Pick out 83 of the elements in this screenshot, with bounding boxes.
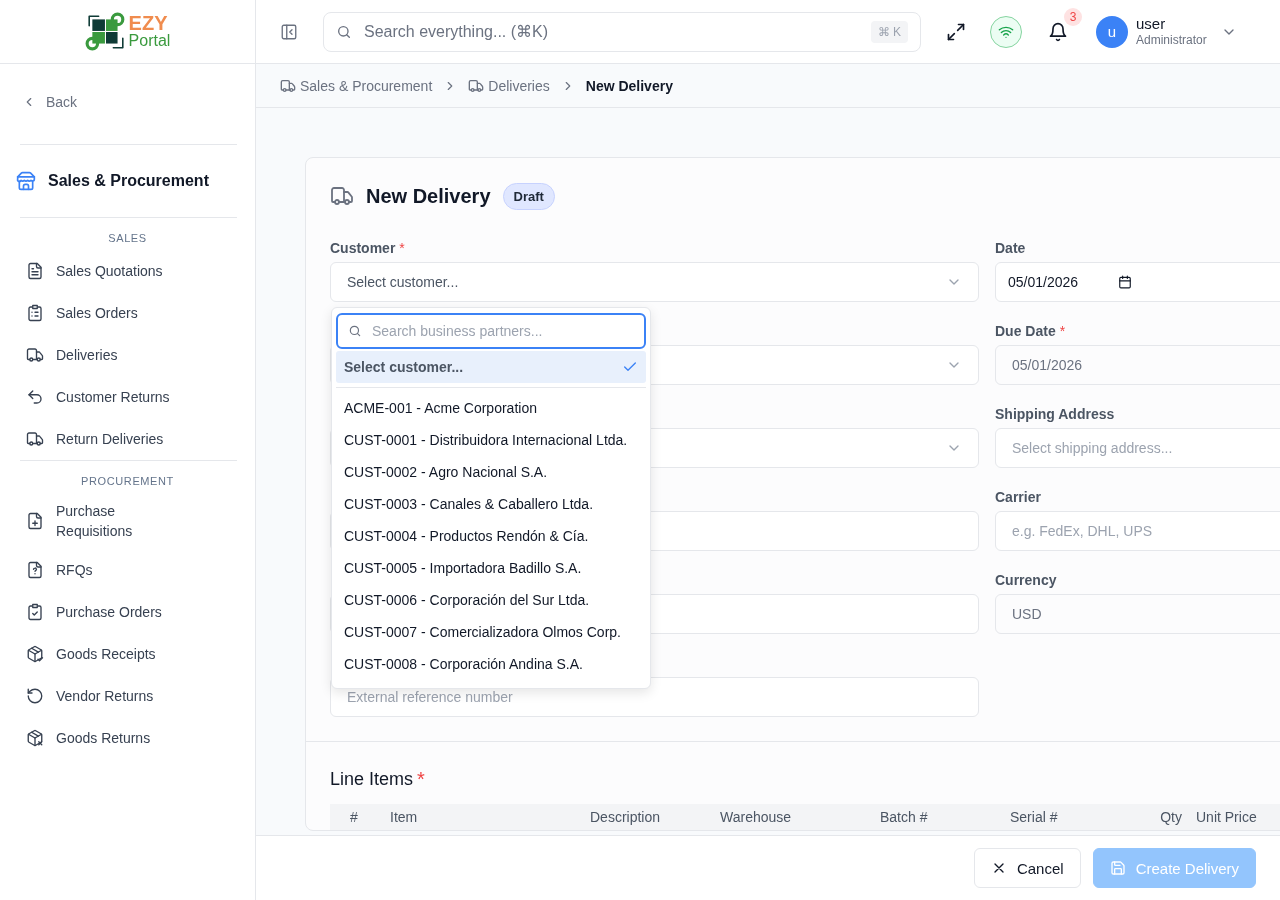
column-header: Unit Price	[1196, 809, 1257, 825]
sidebar-item[interactable]: Purchase Requisitions	[0, 493, 255, 549]
shortcut-badge: ⌘ K	[870, 20, 908, 43]
column-header: #	[349, 809, 359, 825]
dropdown-option[interactable]: CUST-0006 - Corporación del Sur Ltda.	[336, 584, 646, 616]
truck-icon	[330, 184, 354, 208]
field-label: Customer	[330, 240, 396, 256]
dropdown-option[interactable]: ACME-001 - Acme Corporation	[336, 392, 646, 424]
logo-brand: EZY	[128, 14, 169, 32]
search-icon	[348, 324, 362, 338]
dropdown-option[interactable]: CUST-0001 - Distribuidora Internacional Ltda.	[336, 424, 646, 456]
form-title: New Delivery	[366, 184, 491, 208]
status-badge: Draft	[502, 182, 555, 210]
search-field[interactable]: Search everything... (⌘K) ⌘ K	[323, 11, 921, 52]
column-header: Item	[390, 809, 419, 825]
breadcrumb-link[interactable]: Sales & Procurement	[300, 77, 433, 94]
truck-icon	[280, 77, 296, 94]
cancel-button[interactable]: Cancel	[973, 848, 1081, 888]
sidebar-item[interactable]: RFQs	[0, 549, 255, 591]
store-icon	[16, 171, 36, 191]
truck-icon	[26, 346, 44, 364]
section-title: Line Items	[330, 768, 414, 790]
sidebar-item[interactable]: Purchase Orders	[0, 591, 255, 633]
sidebar-toggle-button[interactable]	[280, 22, 298, 41]
sidebar-item[interactable]: Goods Returns	[0, 717, 255, 759]
breadcrumb-link[interactable]: Deliveries	[488, 77, 550, 94]
package-check-icon	[26, 645, 44, 663]
user-name: user	[1136, 14, 1167, 32]
field-label: Shipping Address	[995, 406, 1115, 422]
clipboard-check-icon	[26, 603, 44, 621]
logo-subtitle: Portal	[128, 31, 171, 49]
clipboard-list-icon	[26, 304, 44, 322]
notification-count: 3	[1064, 8, 1082, 26]
sidebar-item[interactable]: Deliveries	[0, 334, 255, 376]
column-header: Serial #	[1010, 809, 1059, 825]
rotate-icon	[26, 687, 44, 705]
document-icon	[26, 262, 44, 280]
user-role: Administrator	[1136, 31, 1207, 49]
column-header: Batch #	[880, 809, 929, 825]
fullscreen-button[interactable]	[946, 21, 966, 42]
required-mark: *	[1059, 323, 1066, 339]
field-label: Date	[995, 240, 1026, 256]
field-label: Currency	[995, 572, 1057, 588]
dropdown-option[interactable]: CUST-0002 - Agro Nacional S.A.	[336, 456, 646, 488]
file-plus-icon	[26, 512, 44, 530]
column-header: Warehouse	[720, 809, 793, 825]
notifications-button[interactable]	[1048, 21, 1068, 42]
wifi-status-icon	[990, 15, 1022, 48]
column-header: Qty	[1159, 809, 1182, 825]
dropdown-option[interactable]: CUST-0008 - Corporación Andina S.A.	[336, 648, 646, 680]
required-mark: *	[417, 767, 425, 791]
user-avatar: u	[1096, 15, 1128, 48]
date-field[interactable]: 05/01/2026	[995, 262, 1280, 302]
sidebar-item[interactable]: Return Deliveries	[0, 418, 255, 460]
search-icon	[336, 23, 352, 40]
sidebar-item[interactable]: Sales Quotations	[0, 250, 255, 292]
truck-icon	[468, 77, 485, 94]
breadcrumb-link[interactable]: New Delivery	[585, 77, 673, 94]
field-label: Carrier	[995, 489, 1041, 505]
package-x-icon	[26, 729, 44, 747]
dropdown-option[interactable]: CUST-0007 - Comercializadora Olmos Corp.	[336, 616, 646, 648]
undo-arrow-icon	[26, 388, 44, 406]
field-label: Due Date	[995, 323, 1056, 339]
logo-drawing	[84, 10, 127, 53]
module-title: Sales & Procurement	[48, 172, 209, 190]
dropdown-option[interactable]: CUST-0004 - Productos Rendón & Cía.	[336, 520, 646, 552]
section-heading: PROCUREMENT	[80, 474, 175, 489]
select-field[interactable]: Select customer...	[330, 262, 979, 302]
column-header: Description	[590, 809, 662, 825]
dropdown-option[interactable]: CUST-0003 - Canales & Caballero Ltda.	[336, 488, 646, 520]
calendar-icon	[1118, 275, 1133, 289]
sidebar-item[interactable]: Sales Orders	[0, 292, 255, 334]
sidebar-item[interactable]: Vendor Returns	[0, 675, 255, 717]
dropdown-option[interactable]: CUST-0005 - Importadora Badillo S.A.	[336, 552, 646, 584]
save-icon	[1109, 860, 1126, 876]
truck-icon	[26, 430, 44, 448]
sidebar-item[interactable]: Goods Receipts	[0, 633, 255, 675]
section-heading: SALES	[107, 231, 148, 246]
file-question-icon	[26, 561, 44, 579]
dropdown-option[interactable]: Select customer...	[336, 351, 646, 383]
required-mark: *	[399, 240, 405, 256]
sidebar-item[interactable]: Customer Returns	[0, 376, 255, 418]
back-link[interactable]: Back	[0, 64, 255, 111]
